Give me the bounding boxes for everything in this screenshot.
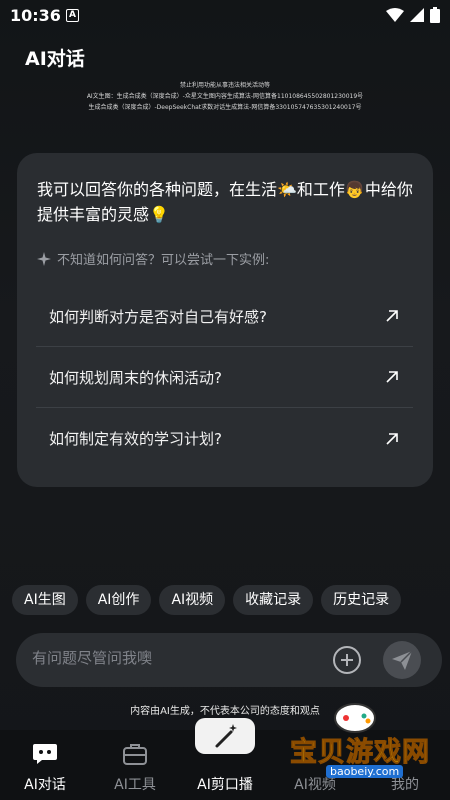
send-button[interactable] bbox=[383, 641, 421, 679]
example-question-3[interactable]: 如何制定有效的学习计划? bbox=[36, 408, 413, 469]
algorithm-notice: 禁止利用功能从事违法相关活动等 AI文生图：生成合成类（深度合成）-众星文生图内… bbox=[0, 80, 450, 113]
watermark-brand: 宝贝游戏网 bbox=[290, 737, 430, 769]
quick-action-chips: AI生图 AI创作 AI视频 收藏记录 历史记录 bbox=[12, 585, 402, 615]
battery-icon bbox=[430, 7, 440, 23]
question-text: 如何判断对方是否对自己有好感? bbox=[49, 307, 267, 326]
question-text: 如何规划周末的休闲活动? bbox=[49, 368, 222, 387]
notice-line: AI文生图：生成合成类（深度合成）-众星文生图内容生成算法-网信算备110108… bbox=[86, 93, 364, 100]
notice-line: 生成合成类（深度合成）-DeepSeekChat求数对话生成算法-网信算备330… bbox=[88, 104, 362, 111]
status-indicators bbox=[386, 7, 440, 23]
status-bar: 10:36 A bbox=[0, 0, 450, 32]
chat-input-bar bbox=[16, 633, 442, 687]
question-text: 如何制定有效的学习计划? bbox=[49, 430, 222, 448]
greeting-text: 我可以回答你的各种问题，在生活🌤️和工作👦中给你提供丰富的灵感💡 bbox=[37, 180, 413, 224]
tab-label: AI剪口播 bbox=[197, 777, 253, 793]
tab-ai-chat[interactable]: AI对话 bbox=[0, 730, 90, 800]
suggestion-card: 我可以回答你的各种问题，在生活🌤️和工作👦中给你提供丰富的灵感💡 不知道如何问答… bbox=[17, 153, 433, 487]
chat-input[interactable] bbox=[32, 649, 322, 667]
watermark-url: baobeiy.com bbox=[326, 765, 404, 778]
example-question-1[interactable]: 如何判断对方是否对自己有好感? bbox=[36, 286, 413, 347]
arrow-up-right-icon bbox=[386, 371, 398, 383]
wifi-icon bbox=[386, 8, 404, 22]
chip-favorites[interactable]: 收藏记录 bbox=[233, 585, 314, 615]
example-question-2[interactable]: 如何规划周末的休闲活动? bbox=[36, 347, 413, 408]
tab-label: AI对话 bbox=[24, 777, 66, 793]
hint-text: 不知道如何问答？可以尝试一下实例: bbox=[57, 253, 270, 268]
ai-voiceover-edit-button[interactable] bbox=[195, 718, 255, 754]
hint-row: 不知道如何问答？可以尝试一下实例: bbox=[37, 249, 269, 268]
tab-ai-tools[interactable]: AI工具 bbox=[90, 730, 180, 800]
status-time: 10:36 bbox=[10, 6, 61, 25]
sparkle-icon bbox=[37, 251, 51, 266]
notice-line: 禁止利用功能从事违法相关活动等 bbox=[179, 82, 270, 89]
notification-icon: A bbox=[66, 9, 79, 22]
send-icon bbox=[392, 650, 413, 670]
chat-bubble-icon bbox=[33, 744, 57, 764]
signal-icon bbox=[410, 8, 424, 22]
chip-ai-video[interactable]: AI视频 bbox=[159, 585, 226, 615]
arrow-up-right-icon bbox=[386, 310, 398, 322]
chip-ai-create[interactable]: AI创作 bbox=[85, 585, 152, 615]
chip-ai-image[interactable]: AI生图 bbox=[12, 585, 78, 615]
chip-history[interactable]: 历史记录 bbox=[321, 585, 402, 615]
add-attachment-button[interactable] bbox=[333, 646, 361, 674]
page-title: AI对话 bbox=[25, 48, 85, 70]
site-watermark: 宝贝游戏网 baobeiy.com bbox=[270, 700, 450, 800]
tab-label: AI工具 bbox=[114, 777, 156, 793]
arrow-up-right-icon bbox=[386, 432, 398, 445]
example-question-list: 如何判断对方是否对自己有好感? 如何规划周末的休闲活动? 如何制定有效的学习计划… bbox=[36, 286, 413, 469]
magic-wand-icon bbox=[215, 724, 237, 748]
toolbox-icon bbox=[123, 744, 147, 765]
